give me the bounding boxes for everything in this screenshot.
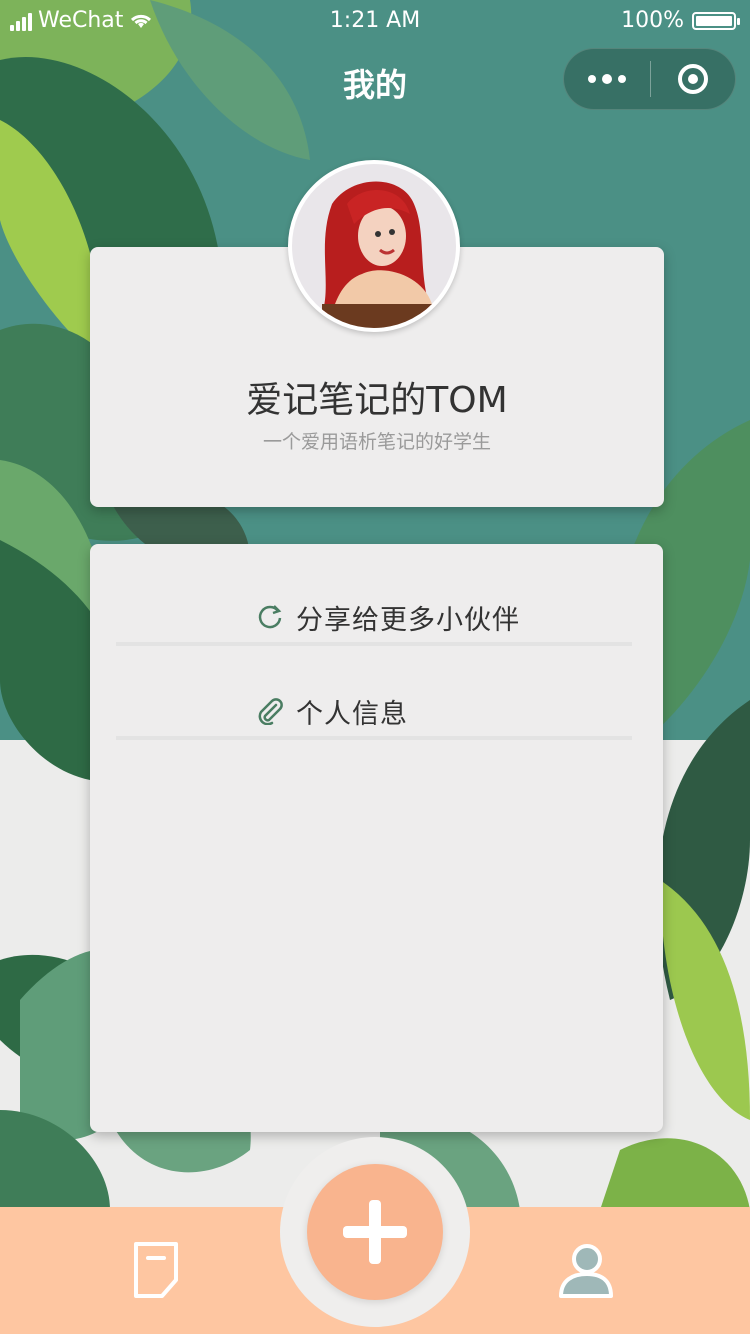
battery: 100%	[621, 8, 740, 33]
tab-me[interactable]	[556, 1242, 614, 1300]
tab-notes[interactable]	[128, 1240, 184, 1300]
battery-icon	[692, 11, 740, 30]
close-mini-program-button[interactable]	[651, 49, 735, 109]
note-icon	[134, 1242, 178, 1298]
share-label: 分享给更多小伙伴	[296, 604, 520, 636]
add-button-ring	[280, 1137, 470, 1327]
mini-program-capsule	[563, 48, 736, 110]
battery-percent: 100%	[621, 8, 684, 33]
menu-card: 分享给更多小伙伴 个人信息	[90, 544, 663, 1132]
avatar[interactable]	[288, 160, 460, 332]
share-menu-item[interactable]: 分享给更多小伙伴	[116, 580, 632, 646]
personal-info-menu-item[interactable]: 个人信息	[116, 674, 632, 740]
status-bar: WeChat 1:21 AM 100%	[0, 0, 750, 44]
refresh-icon	[256, 603, 284, 631]
user-icon	[559, 1244, 613, 1298]
add-note-button[interactable]	[307, 1164, 443, 1300]
user-bio: 一个爱用语析笔记的好学生	[262, 431, 491, 453]
personal-info-label: 个人信息	[296, 698, 408, 730]
target-icon	[678, 64, 708, 94]
more-options-button[interactable]	[564, 49, 650, 109]
avatar-image	[292, 164, 456, 328]
paperclip-icon	[256, 697, 284, 725]
more-dot-icon	[618, 75, 626, 83]
username: 爱记笔记的TOM	[246, 380, 508, 421]
more-dot-icon	[588, 75, 596, 83]
more-dot-icon	[602, 74, 612, 84]
